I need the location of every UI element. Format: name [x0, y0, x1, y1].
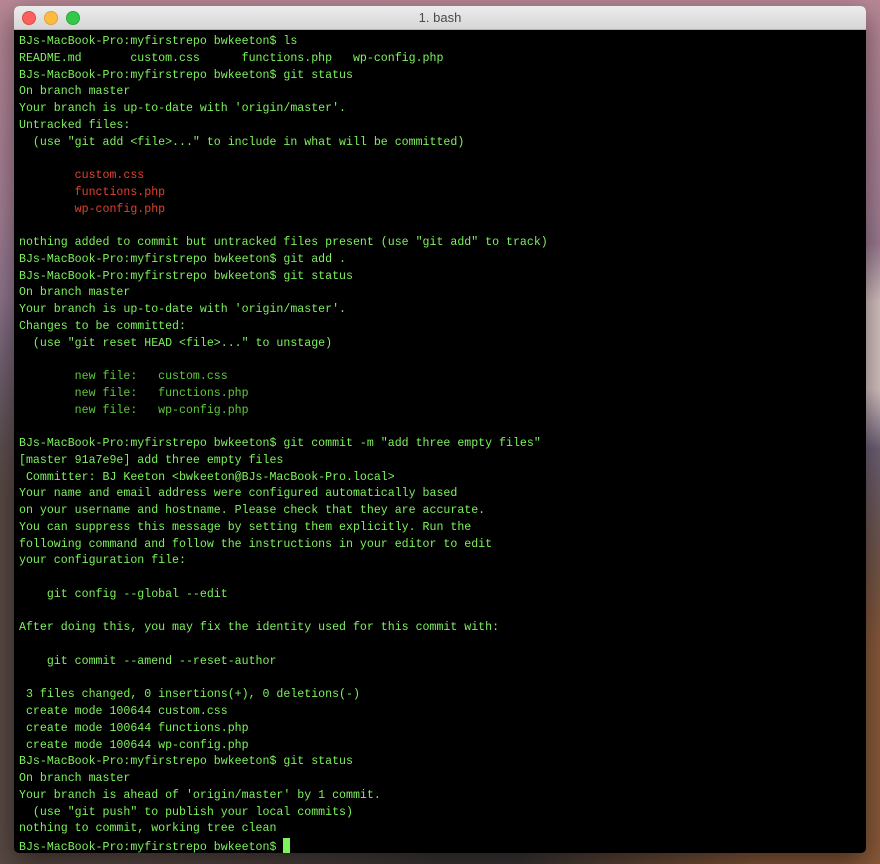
terminal-line: on your username and hostname. Please ch…	[19, 504, 486, 517]
terminal-line: Your branch is up-to-date with 'origin/m…	[19, 303, 346, 316]
terminal-output[interactable]: BJs-MacBook-Pro:myfirstrepo bwkeeton$ ls…	[14, 30, 866, 853]
minimize-button[interactable]	[44, 11, 58, 25]
terminal-line: following command and follow the instruc…	[19, 537, 493, 551]
terminal-line: You can suppress this message by setting…	[19, 520, 472, 534]
terminal-line: BJs-MacBook-Pro:myfirstrepo bwkeeton$ gi…	[19, 437, 541, 450]
prompt-text: BJs-MacBook-Pro:myfirstrepo bwkeeton$	[19, 841, 284, 853]
window-title: 1. bash	[418, 10, 462, 25]
title-bar[interactable]: 1. bash	[14, 6, 866, 30]
terminal-line: On branch master	[19, 286, 131, 300]
terminal-line: git commit --amend --reset-author	[19, 654, 277, 668]
terminal-line: BJs-MacBook-Pro:myfirstrepo bwkeeton$ gi…	[19, 68, 353, 82]
terminal-line: new file: wp-config.php	[19, 403, 249, 417]
terminal-line: Your branch is up-to-date with 'origin/m…	[19, 102, 346, 115]
close-button[interactable]	[22, 11, 36, 25]
terminal-line: (use "git add <file>..." to include in w…	[19, 135, 465, 149]
terminal-line: Your name and email address were configu…	[19, 487, 458, 501]
terminal-line: BJs-MacBook-Pro:myfirstrepo bwkeeton$ gi…	[19, 755, 353, 769]
terminal-line: create mode 100644 wp-config.php	[19, 738, 249, 752]
terminal-line: git config --global --edit	[19, 587, 228, 601]
terminal-line: functions.php	[19, 185, 166, 199]
text-cursor	[283, 838, 291, 853]
terminal-line: Committer: BJ Keeton <bwkeeton@BJs-MacBo…	[19, 470, 395, 484]
zoom-button[interactable]	[66, 11, 80, 25]
terminal-line: After doing this, you may fix the identi…	[19, 621, 500, 635]
terminal-line: README.md custom.css functions.php wp-co…	[19, 51, 444, 65]
prompt-line[interactable]: BJs-MacBook-Pro:myfirstrepo bwkeeton$	[19, 838, 866, 853]
terminal-line: Your branch is ahead of 'origin/master' …	[19, 788, 381, 802]
terminal-line: (use "git reset HEAD <file>..." to unsta…	[19, 336, 333, 350]
terminal-line: BJs-MacBook-Pro:myfirstrepo bwkeeton$ ls	[19, 35, 298, 48]
terminal-line: your configuration file:	[19, 554, 186, 568]
terminal-line: new file: functions.php	[19, 386, 249, 400]
terminal-line: BJs-MacBook-Pro:myfirstrepo bwkeeton$ gi…	[19, 269, 353, 283]
terminal-window[interactable]: 1. bash BJs-MacBook-Pro:myfirstrepo bwke…	[14, 6, 866, 853]
terminal-line: create mode 100644 functions.php	[19, 721, 249, 735]
terminal-line: nothing to commit, working tree clean	[19, 822, 277, 836]
window-controls	[22, 11, 80, 25]
terminal-line: On branch master	[19, 85, 131, 99]
terminal-line: On branch master	[19, 772, 131, 785]
terminal-line: new file: custom.css	[19, 370, 228, 383]
terminal-line: wp-config.php	[19, 202, 166, 216]
terminal-line: BJs-MacBook-Pro:myfirstrepo bwkeeton$ gi…	[19, 252, 346, 266]
terminal-line: nothing added to commit but untracked fi…	[19, 236, 548, 249]
terminal-line: Changes to be committed:	[19, 319, 186, 333]
terminal-line: (use "git push" to publish your local co…	[19, 805, 353, 819]
terminal-line: 3 files changed, 0 insertions(+), 0 dele…	[19, 688, 360, 702]
terminal-line: custom.css	[19, 169, 145, 182]
terminal-line: [master 91a7e9e] add three empty files	[19, 453, 284, 467]
terminal-line: create mode 100644 custom.css	[19, 705, 228, 718]
terminal-line: Untracked files:	[19, 118, 131, 132]
